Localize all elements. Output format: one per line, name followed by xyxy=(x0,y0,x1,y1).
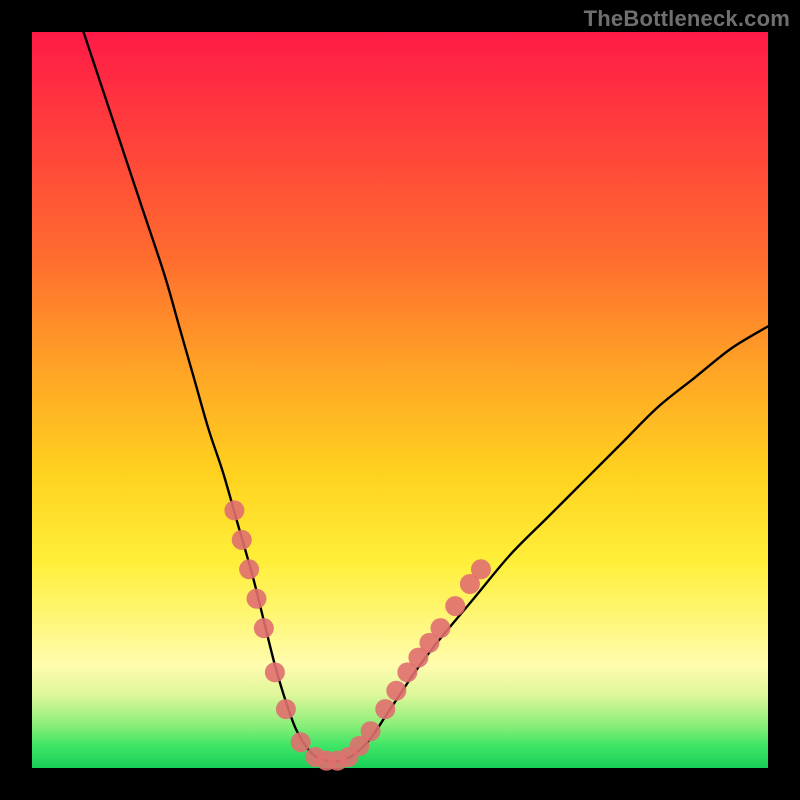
chart-frame: TheBottleneck.com xyxy=(0,0,800,800)
highlight-dot xyxy=(265,662,285,682)
highlight-dot xyxy=(375,699,395,719)
highlight-dot xyxy=(430,618,450,638)
chart-svg xyxy=(32,32,768,768)
highlight-dot xyxy=(246,589,266,609)
highlight-dot xyxy=(445,596,465,616)
highlight-dot xyxy=(386,681,406,701)
highlight-dot xyxy=(239,559,259,579)
highlight-dot xyxy=(224,500,244,520)
watermark-text: TheBottleneck.com xyxy=(584,6,790,32)
highlight-dot xyxy=(254,618,274,638)
chart-plot-area xyxy=(32,32,768,768)
highlight-dot xyxy=(232,530,252,550)
highlight-dot xyxy=(291,732,311,752)
highlight-dots xyxy=(224,500,491,770)
highlight-dot xyxy=(276,699,296,719)
highlight-dot xyxy=(361,721,381,741)
highlight-dot xyxy=(471,559,491,579)
